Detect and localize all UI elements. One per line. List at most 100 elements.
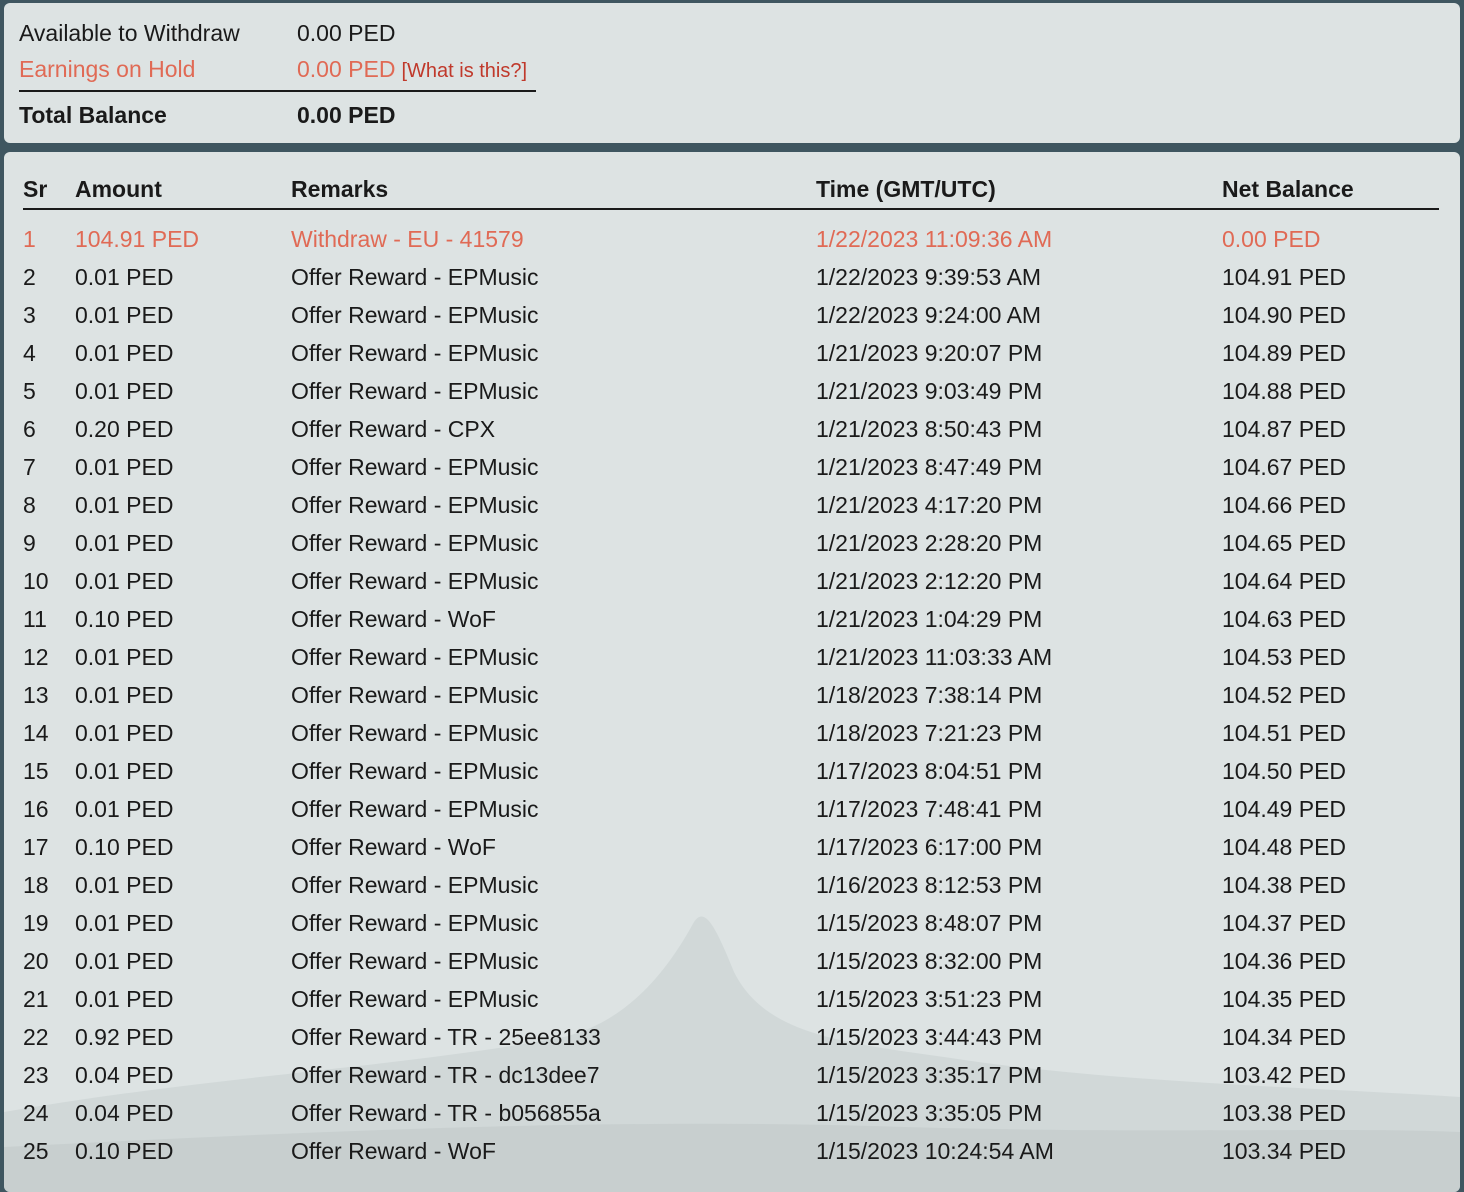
- table-row: 5 0.01 PED Offer Reward - EPMusic 1/21/2023…: [23, 372, 1439, 410]
- cell-remarks: Offer Reward - EPMusic: [291, 567, 539, 594]
- cell-time: 1/17/2023 8:04:51 PM: [816, 757, 1043, 784]
- cell-net-balance: 104.50 PED: [1222, 757, 1347, 784]
- cell-net-balance: 104.38 PED: [1222, 871, 1347, 898]
- cell-time: 1/22/2023 9:39:53 AM: [816, 263, 1042, 290]
- cell-amount: 0.01 PED: [75, 757, 174, 784]
- cell-remarks: Offer Reward - EPMusic: [291, 377, 539, 404]
- table-row: 17 0.10 PED Offer Reward - WoF 1/17/2023 6:…: [23, 828, 1439, 866]
- cell-amount: 0.04 PED: [75, 1099, 174, 1126]
- cell-remarks: Offer Reward - EPMusic: [291, 301, 539, 328]
- cell-remarks: Offer Reward - EPMusic: [291, 871, 539, 898]
- cell-net-balance: 104.36 PED: [1222, 947, 1347, 974]
- what-is-this-link[interactable]: [What is this?]: [401, 60, 527, 82]
- table-row: 13 0.01 PED Offer Reward - EPMusic 1/18/202…: [23, 676, 1439, 714]
- hold-label: Earnings on Hold: [19, 56, 196, 82]
- cell-amount: 0.04 PED: [75, 1061, 174, 1088]
- cell-amount: 0.01 PED: [75, 947, 174, 974]
- available-label: Available to Withdraw: [19, 20, 240, 46]
- cell-sr: 4: [23, 339, 36, 366]
- cell-sr: 11: [23, 605, 47, 632]
- table-row: 6 0.20 PED Offer Reward - CPX 1/21/2023 8:5…: [23, 410, 1439, 448]
- hold-value: 0.00 PED: [297, 56, 396, 82]
- cell-net-balance: 104.64 PED: [1222, 567, 1347, 594]
- cell-sr: 23: [23, 1061, 49, 1088]
- cell-time: 1/18/2023 7:38:14 PM: [816, 681, 1043, 708]
- cell-net-balance: 104.67 PED: [1222, 453, 1347, 480]
- cell-amount: 0.10 PED: [75, 833, 174, 860]
- cell-amount: 0.01 PED: [75, 377, 174, 404]
- cell-time: 1/22/2023 9:24:00 AM: [816, 301, 1042, 328]
- cell-remarks: Offer Reward - EPMusic: [291, 909, 539, 936]
- cell-time: 1/15/2023 3:35:05 PM: [816, 1099, 1043, 1126]
- cell-remarks: Offer Reward - EPMusic: [291, 795, 539, 822]
- cell-net-balance: 103.38 PED: [1222, 1099, 1347, 1126]
- total-label: Total Balance: [19, 102, 167, 128]
- cell-time: 1/17/2023 7:48:41 PM: [816, 795, 1043, 822]
- cell-net-balance: 104.48 PED: [1222, 833, 1347, 860]
- cell-time: 1/18/2023 7:21:23 PM: [816, 719, 1043, 746]
- cell-sr: 5: [23, 377, 36, 404]
- cell-time: 1/15/2023 3:44:43 PM: [816, 1023, 1043, 1050]
- hold-value-wrap: 0.00 PED [What is this?]: [297, 55, 527, 85]
- table-row: 4 0.01 PED Offer Reward - EPMusic 1/21/2023…: [23, 334, 1439, 372]
- cell-net-balance: 103.42 PED: [1222, 1061, 1347, 1088]
- cell-sr: 24: [23, 1099, 49, 1126]
- table-row: 2 0.01 PED Offer Reward - EPMusic 1/22/2023…: [23, 258, 1439, 296]
- cell-amount: 0.10 PED: [75, 1137, 174, 1164]
- cell-amount: 0.01 PED: [75, 491, 174, 518]
- table-row: 20 0.01 PED Offer Reward - EPMusic 1/15/202…: [23, 942, 1439, 980]
- cell-amount: 0.01 PED: [75, 567, 174, 594]
- cell-time: 1/22/2023 11:09:36 AM: [816, 225, 1053, 252]
- summary-divider: [19, 90, 536, 92]
- table-row: 23 0.04 PED Offer Reward - TR - dc13dee7 1/…: [23, 1056, 1439, 1094]
- cell-sr: 15: [23, 757, 49, 784]
- cell-sr: 13: [23, 681, 49, 708]
- cell-amount: 0.01 PED: [75, 795, 174, 822]
- table-row: 15 0.01 PED Offer Reward - EPMusic 1/17/202…: [23, 752, 1439, 790]
- col-sr: Sr: [23, 170, 75, 210]
- table-row: 7 0.01 PED Offer Reward - EPMusic 1/21/2023…: [23, 448, 1439, 486]
- cell-net-balance: 104.88 PED: [1222, 377, 1347, 404]
- table-row: 22 0.92 PED Offer Reward - TR - 25ee8133 1/…: [23, 1018, 1439, 1056]
- col-amount: Amount: [75, 170, 291, 210]
- cell-amount: 0.01 PED: [75, 871, 174, 898]
- cell-amount: 0.20 PED: [75, 415, 174, 442]
- cell-sr: 20: [23, 947, 49, 974]
- cell-sr: 16: [23, 795, 49, 822]
- cell-remarks: Offer Reward - WoF: [291, 1137, 496, 1164]
- cell-sr: 22: [23, 1023, 49, 1050]
- cell-time: 1/16/2023 8:12:53 PM: [816, 871, 1043, 898]
- transactions-table: Sr Amount Remarks Time (GMT/UTC) Net Bal…: [23, 170, 1439, 1170]
- cell-sr: 12: [23, 643, 49, 670]
- table-row: 12 0.01 PED Offer Reward - EPMusic 1/21/202…: [23, 638, 1439, 676]
- cell-remarks: Offer Reward - EPMusic: [291, 643, 539, 670]
- cell-remarks: Offer Reward - WoF: [291, 833, 496, 860]
- table-row: 21 0.01 PED Offer Reward - EPMusic 1/15/202…: [23, 980, 1439, 1018]
- table-row: 10 0.01 PED Offer Reward - EPMusic 1/21/202…: [23, 562, 1439, 600]
- table-row: 8 0.01 PED Offer Reward - EPMusic 1/21/2023…: [23, 486, 1439, 524]
- col-net-balance: Net Balance: [1222, 170, 1439, 210]
- cell-net-balance: 104.90 PED: [1222, 301, 1347, 328]
- cell-remarks: Offer Reward - EPMusic: [291, 681, 539, 708]
- cell-amount: 0.01 PED: [75, 985, 174, 1012]
- cell-sr: 8: [23, 491, 36, 518]
- cell-remarks: Offer Reward - TR - dc13dee7: [291, 1061, 600, 1088]
- cell-sr: 1: [23, 225, 36, 252]
- cell-sr: 7: [23, 453, 36, 480]
- cell-amount: 0.01 PED: [75, 643, 174, 670]
- cell-time: 1/21/2023 9:03:49 PM: [816, 377, 1043, 404]
- cell-remarks: Offer Reward - EPMusic: [291, 263, 539, 290]
- cell-net-balance: 103.34 PED: [1222, 1137, 1347, 1164]
- cell-sr: 3: [23, 301, 36, 328]
- cell-remarks: Offer Reward - CPX: [291, 415, 496, 442]
- cell-net-balance: 104.51 PED: [1222, 719, 1347, 746]
- cell-net-balance: 104.63 PED: [1222, 605, 1347, 632]
- available-value: 0.00 PED: [297, 20, 396, 46]
- table-row: 14 0.01 PED Offer Reward - EPMusic 1/18/202…: [23, 714, 1439, 752]
- cell-sr: 21: [23, 985, 49, 1012]
- cell-time: 1/15/2023 3:35:17 PM: [816, 1061, 1043, 1088]
- cell-amount: 0.01 PED: [75, 339, 174, 366]
- table-row: 16 0.01 PED Offer Reward - EPMusic 1/17/202…: [23, 790, 1439, 828]
- cell-amount: 104.91 PED: [75, 225, 200, 252]
- cell-amount: 0.01 PED: [75, 453, 174, 480]
